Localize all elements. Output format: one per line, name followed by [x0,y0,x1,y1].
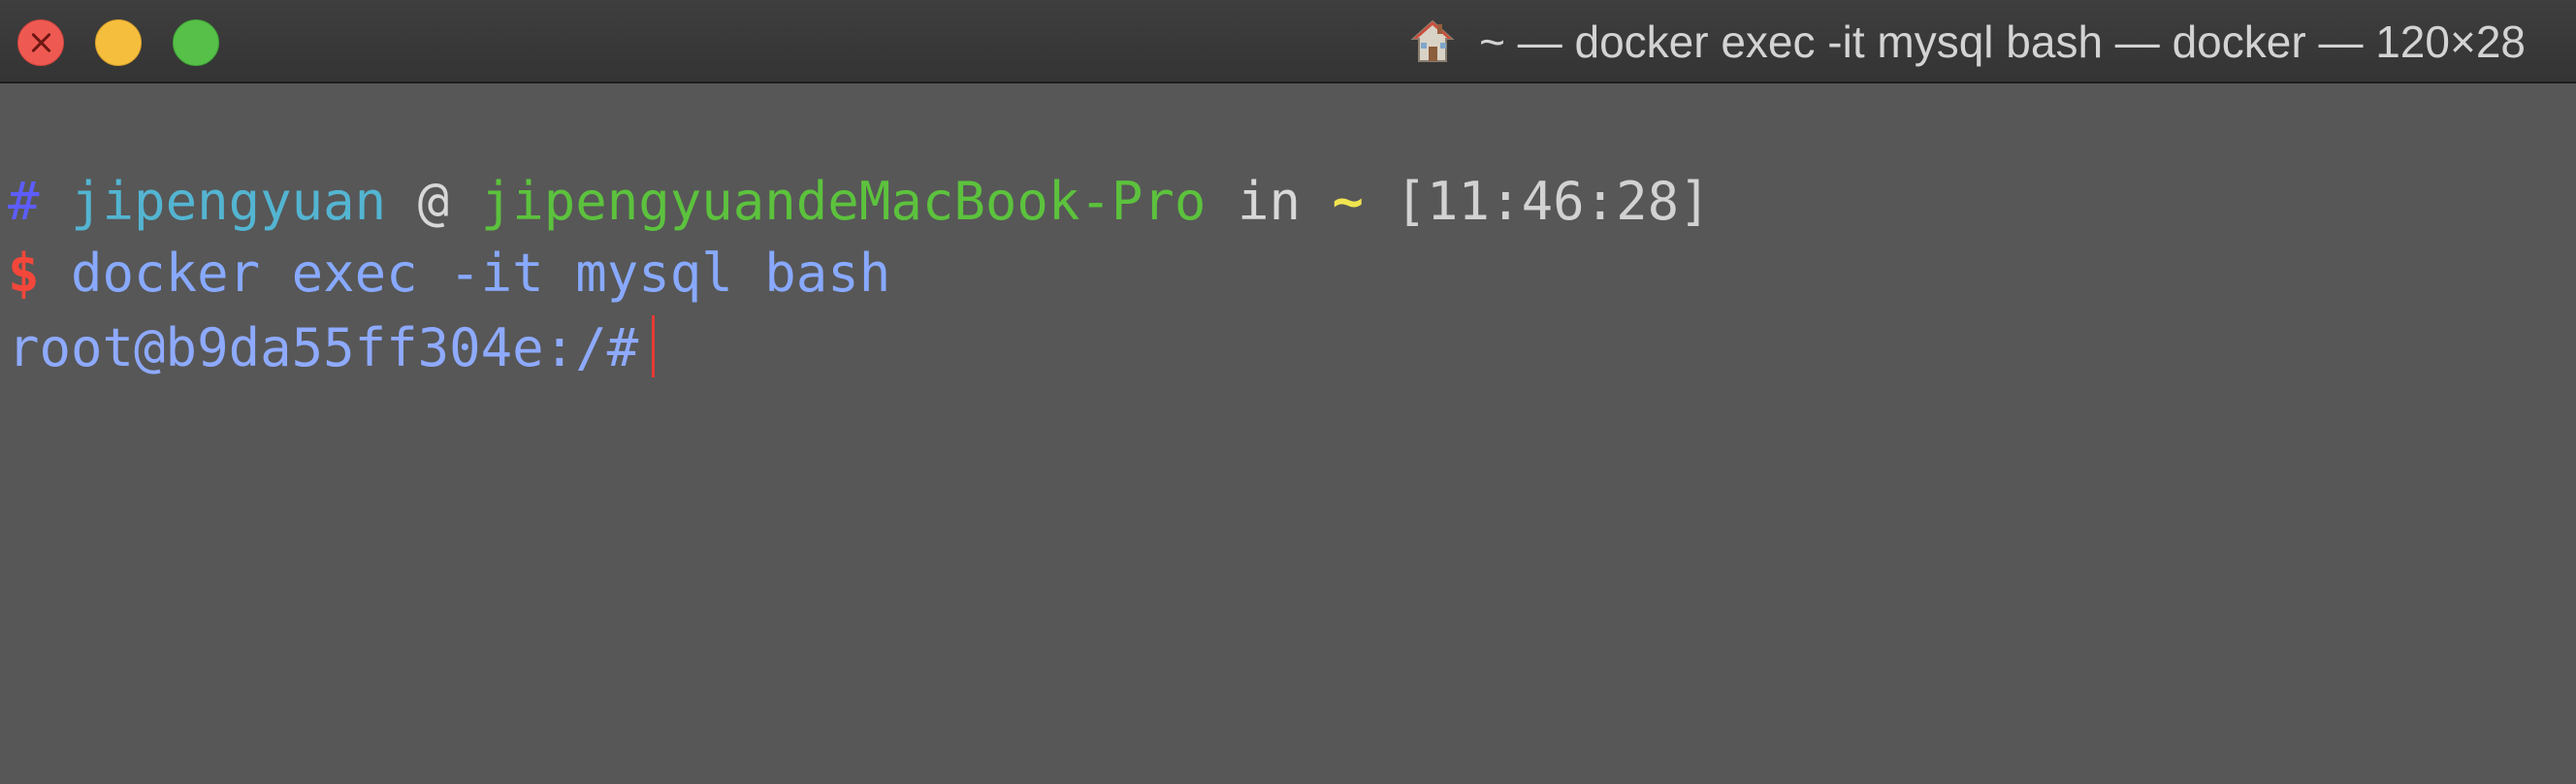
shell-prompt-line: root@b9da55ff304e:/# [8,311,656,385]
maximize-button[interactable] [173,19,219,66]
text-cursor[interactable] [652,315,656,377]
command-line: $ docker exec -it mysql bash [8,237,890,310]
title-bar[interactable]: ~ — docker exec -it mysql bash — docker … [0,0,2576,83]
terminal-output[interactable]: # jipengyuan @ jipengyuandeMacBook-Pro i… [0,83,2576,784]
window-title-area: ~ — docker exec -it mysql bash — docker … [1407,0,2526,83]
prompt-hash: # [8,171,40,232]
command-dollar: $ [8,243,40,304]
close-button[interactable] [17,19,64,66]
shell-prompt: root@b9da55ff304e:/# [8,317,639,378]
prompt-in: in [1237,171,1301,232]
prompt-directory: ~ [1332,171,1365,232]
terminal-window: ~ — docker exec -it mysql bash — docker … [0,0,2576,784]
prompt-user: jipengyuan [71,171,387,232]
prompt-line: # jipengyuan @ jipengyuandeMacBook-Pro i… [8,165,1711,239]
command-text: docker exec -it mysql bash [71,243,891,304]
house-icon [1410,19,1455,62]
minimize-button[interactable] [95,19,142,66]
prompt-time: [11:46:28] [1395,171,1711,232]
prompt-host: jipengyuandeMacBook-Pro [480,171,1207,232]
window-title: ~ — docker exec -it mysql bash — docker … [1479,16,2526,67]
prompt-at: @ [417,171,450,232]
